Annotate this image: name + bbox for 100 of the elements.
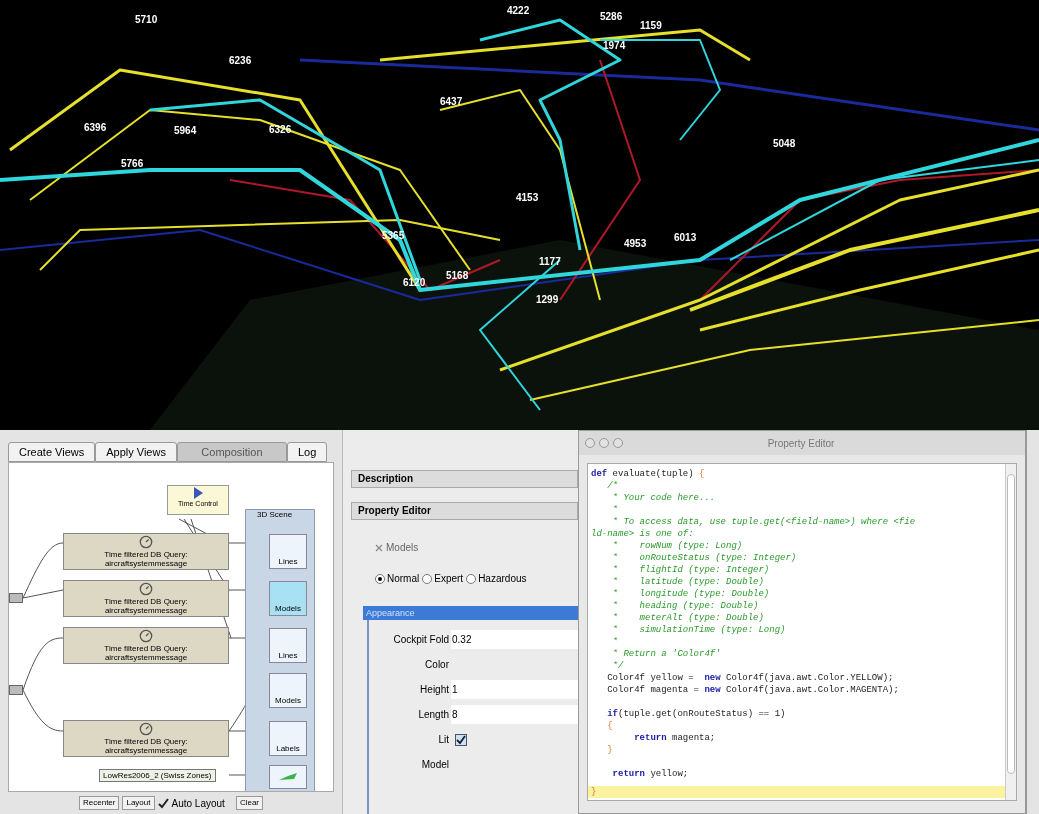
property-label: Color	[424, 658, 450, 672]
flight-label: 6396	[84, 123, 107, 133]
flight-label: 4222	[507, 6, 530, 16]
flight-label: 1159	[640, 21, 662, 31]
flight-label: 5964	[174, 126, 197, 136]
data-source-stub[interactable]	[9, 593, 23, 603]
code-line: * rowNum (type: Long)	[611, 540, 744, 552]
scrollbar[interactable]	[1005, 464, 1016, 800]
code-line: * longitude (type: Double)	[611, 588, 771, 600]
scene-node[interactable]: Lines	[269, 534, 307, 569]
flight-label: 5286	[600, 12, 623, 22]
auto-layout-checkbox[interactable]	[157, 797, 169, 809]
code-line: return magenta;	[633, 732, 717, 744]
data-source-stub[interactable]	[9, 685, 23, 695]
property-field[interactable]: 8	[451, 705, 578, 724]
recenter-button[interactable]: Recenter	[79, 796, 120, 810]
mode-radio[interactable]: Hazardous	[466, 571, 527, 586]
tab[interactable]: Log	[286, 442, 328, 462]
checkbox-label: Models	[386, 541, 419, 555]
flight-label: 4153	[516, 193, 539, 203]
clock-icon	[139, 535, 153, 549]
node-label: Lines	[278, 652, 298, 662]
node-label: Time filtered DB Query: aircraftsystemmessage	[103, 597, 189, 615]
query-node[interactable]: Time filtered DB Query: aircraftsystemmessage	[63, 720, 229, 757]
graph-canvas[interactable]	[8, 462, 334, 792]
scene-node[interactable]: Models	[269, 673, 307, 708]
flight-label: 1974	[603, 41, 626, 51]
layout-button[interactable]: Layout	[122, 796, 155, 810]
tab[interactable]: Composition	[176, 442, 287, 462]
code-line: /*	[606, 480, 619, 492]
group-title: 3D Scene	[257, 511, 293, 519]
flight-label: 6437	[440, 97, 463, 107]
section-header[interactable]: Property Editor	[351, 502, 578, 520]
code-line: * onRouteStatus (type: Integer)	[611, 552, 798, 564]
play-icon	[192, 486, 204, 500]
scene-node[interactable]: Models	[269, 581, 307, 616]
code-line: * latitude (type: Double)	[611, 576, 765, 588]
node-label: Labels	[276, 745, 300, 755]
scene-node[interactable]: Lines	[269, 628, 307, 663]
section-header[interactable]: Description	[351, 470, 578, 488]
tab[interactable]: Create Views	[8, 442, 96, 462]
property-label: Length	[417, 708, 450, 722]
code-line: * Return a 'Color4f'	[611, 648, 722, 660]
code-line: *	[611, 636, 619, 648]
code-line: }	[606, 744, 614, 756]
terrain-source[interactable]: LowRes2006_2 (Swiss Zones)	[99, 769, 216, 782]
property-label: Height	[419, 683, 450, 697]
terrain-node[interactable]	[269, 765, 307, 789]
clock-icon	[139, 582, 153, 596]
property-label: Lit	[437, 733, 450, 747]
clock-icon	[139, 629, 153, 643]
query-node[interactable]: Time filtered DB Query: aircraftsystemmessage	[63, 580, 229, 617]
flight-label: 6236	[229, 56, 252, 66]
code-line: Color4f yellow = new Color4f(java.awt.Color.YELLOW);	[606, 672, 895, 684]
checkbox-label: Auto Layout	[171, 796, 225, 811]
clear-button[interactable]: Clear	[235, 796, 263, 810]
tab[interactable]: Apply Views	[95, 442, 177, 462]
code-line: * heading (type: Double)	[611, 600, 760, 612]
window-title: Property Editor	[766, 436, 836, 451]
node-label: Models	[275, 697, 301, 707]
connector-wire	[22, 637, 64, 691]
property-label: Cockpit Fold	[392, 633, 450, 647]
scene-node[interactable]: Labels	[269, 721, 307, 756]
flight-label: 1177	[539, 257, 561, 267]
flight-label: 4953	[624, 239, 647, 249]
terrain-icon	[278, 772, 298, 782]
code-line: def evaluate(tuple) {	[590, 468, 706, 480]
code-line: * simulationTime (type: Long)	[611, 624, 787, 636]
property-label: Model	[420, 758, 450, 772]
code-line: * To access data, use tuple.get(<field-name>) where <fie	[611, 516, 917, 528]
connector-wire	[22, 689, 64, 732]
property-field[interactable]: 1	[451, 680, 578, 699]
node-label: Time filtered DB Query: aircraftsystemmessage	[103, 644, 189, 662]
query-node[interactable]: Time filtered DB Query: aircraftsystemmessage	[63, 533, 229, 570]
flight-label: 5766	[121, 159, 144, 169]
node-label: Time filtered DB Query: aircraftsystemmessage	[103, 737, 189, 755]
flight-label: 1299	[536, 295, 559, 305]
code-line: return yellow;	[611, 768, 690, 780]
code-line: * meterAlt (type: Double)	[611, 612, 765, 624]
code-line: *	[611, 504, 619, 516]
node-label: Time filtered DB Query: aircraftsystemmessage	[103, 550, 189, 568]
flight-label: 5365	[382, 231, 405, 241]
clock-icon	[139, 722, 153, 736]
code-line: * flightId (type: Integer)	[611, 564, 771, 576]
mode-radio[interactable]: Normal	[375, 571, 420, 586]
code-line: if(tuple.get(onRouteStatus) == 1)	[606, 708, 787, 720]
query-node[interactable]: Time filtered DB Query: aircraftsystemmessage	[63, 627, 229, 664]
code-line: * Your code here...	[611, 492, 717, 504]
code-line: ld-name> is one of:	[590, 528, 695, 540]
property-field[interactable]: 0.32	[451, 630, 578, 649]
lit-checkbox[interactable]	[455, 733, 467, 746]
code-line: {	[606, 720, 614, 732]
flight-label: 5048	[773, 139, 796, 149]
mode-radio[interactable]: Expert	[422, 571, 464, 586]
code-line: */	[611, 660, 625, 672]
node-label: Models	[275, 605, 301, 615]
node-label: Lines	[278, 558, 298, 568]
models-checkbox[interactable]	[375, 543, 383, 552]
flight-label: 5710	[135, 15, 158, 25]
flight-label: 6326	[269, 125, 292, 135]
